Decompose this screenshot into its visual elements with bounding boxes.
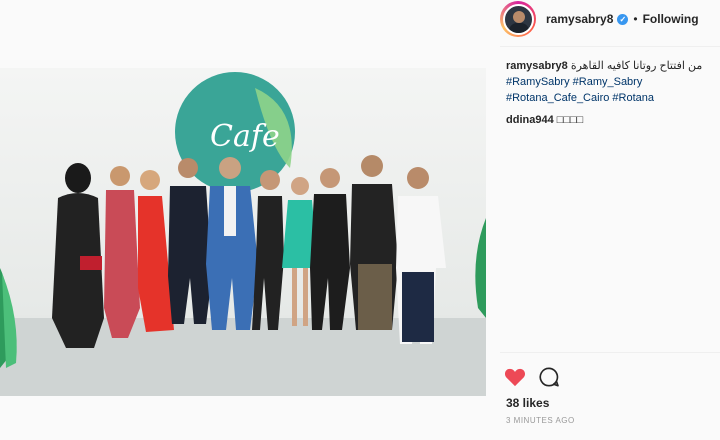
- separator-dot: •: [633, 12, 638, 26]
- post-timestamp[interactable]: 3 MINUTES AGO: [506, 416, 575, 425]
- profile-picture: [502, 3, 534, 35]
- header-divider: [500, 46, 720, 47]
- verified-badge-icon: ✓: [617, 13, 629, 25]
- post-photo[interactable]: Cafe: [0, 68, 486, 396]
- likes-count[interactable]: 38 likes: [506, 396, 549, 410]
- hashtag-ramy-sabry[interactable]: #Ramy_Sabry: [573, 76, 643, 88]
- svg-text:Cafe: Cafe: [210, 119, 280, 154]
- instagram-post: Cafe ramysabry8 ✓ • Following ramysabry8…: [0, 0, 720, 440]
- comment-item: ddina944 □□□□: [506, 112, 716, 128]
- group-photo-illustration: Cafe: [0, 68, 486, 396]
- avatar[interactable]: [500, 1, 536, 37]
- comment-text: □□□□: [556, 114, 584, 126]
- actions-divider: [500, 352, 720, 353]
- caption-text: من افتتاح روتانا كافيه القاهرة: [570, 60, 703, 72]
- caption-username[interactable]: ramysabry8: [506, 60, 568, 72]
- hashtag-ramysabry[interactable]: #RamySabry: [506, 76, 570, 88]
- post-actions: [504, 366, 560, 388]
- header-username[interactable]: ramysabry8: [546, 12, 613, 26]
- hashtag-rotana-cafe-cairo[interactable]: #Rotana_Cafe_Cairo: [506, 92, 609, 104]
- comment-username[interactable]: ddina944: [506, 114, 554, 126]
- comment-bubble-icon[interactable]: [538, 366, 560, 388]
- hashtag-rotana[interactable]: #Rotana: [612, 92, 654, 104]
- following-button[interactable]: Following: [643, 12, 699, 26]
- post-caption: ramysabry8 من افتتاح روتانا كافيه القاهر…: [506, 58, 716, 106]
- heart-icon[interactable]: [504, 367, 526, 387]
- post-header: ramysabry8 ✓ • Following: [500, 0, 720, 38]
